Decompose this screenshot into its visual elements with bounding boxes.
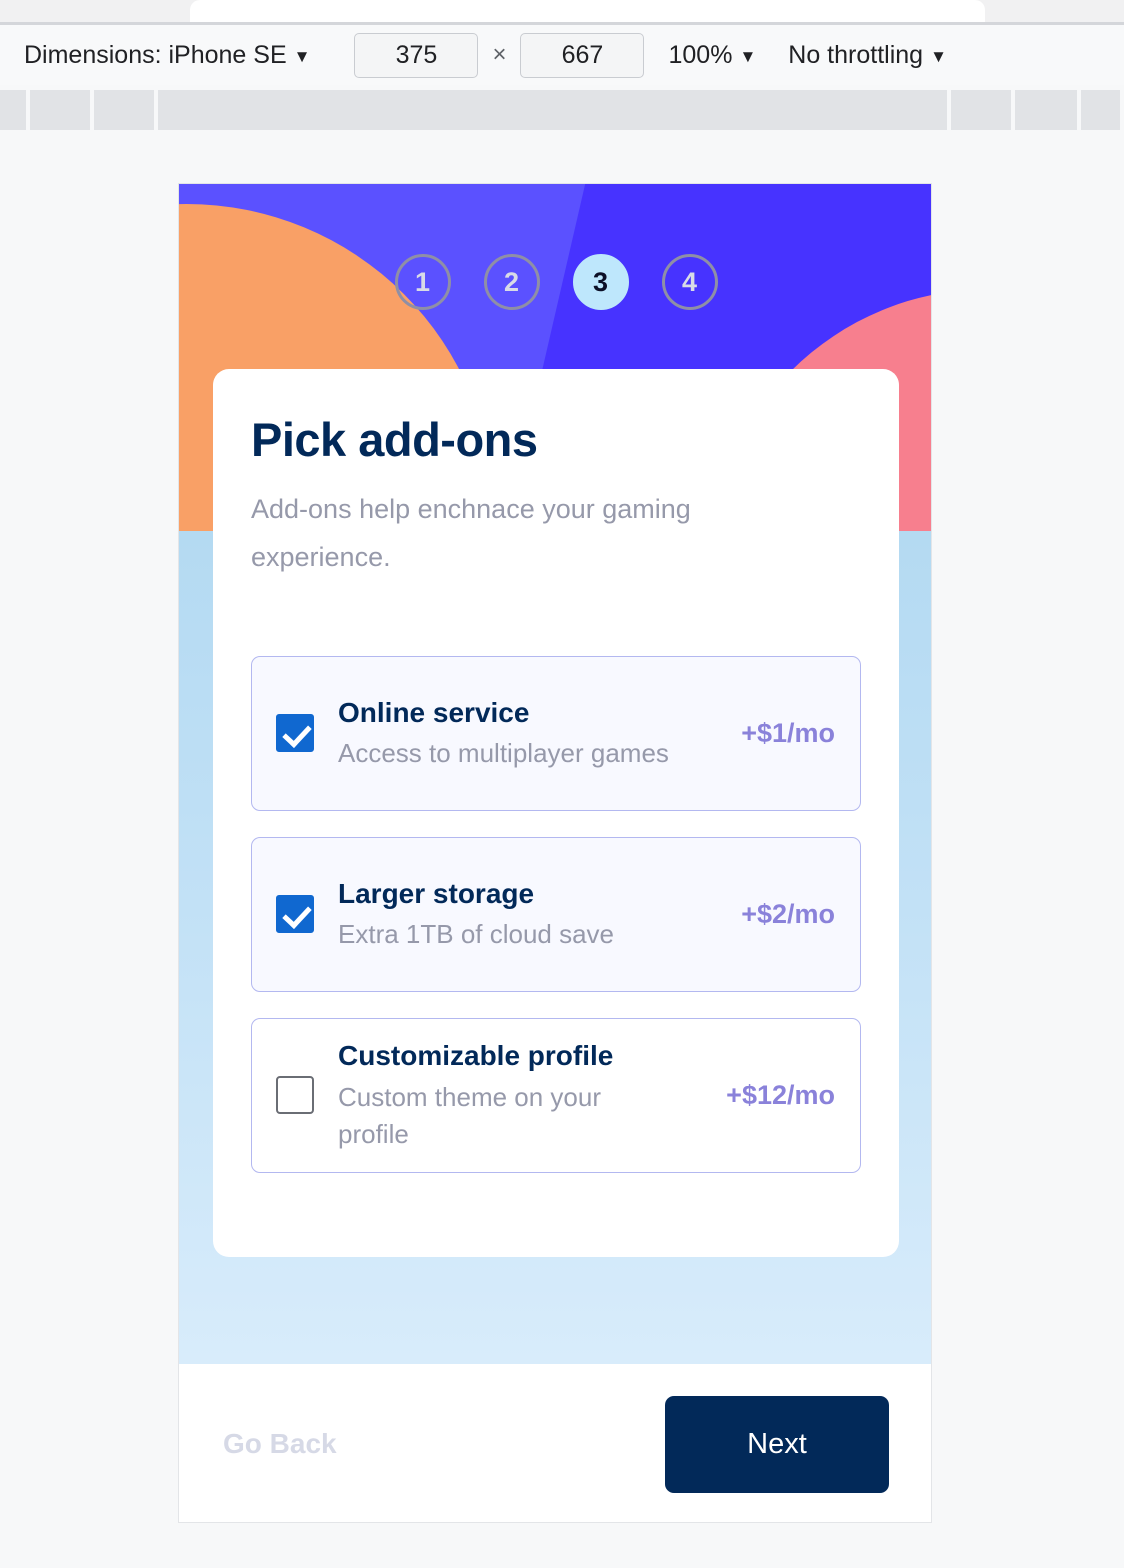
chevron-down-icon: ▼ bbox=[293, 46, 311, 66]
addon-description: Access to multiplayer games bbox=[338, 738, 669, 769]
chevron-down-icon: ▼ bbox=[739, 46, 757, 66]
addon-price: +$2/mo bbox=[741, 898, 835, 929]
toolbar-segment bbox=[158, 90, 951, 130]
page-title: Pick add-ons bbox=[251, 413, 538, 466]
addon-description: Custom theme on your profile bbox=[338, 1081, 602, 1150]
addon-price: +$1/mo bbox=[741, 717, 835, 748]
chevron-down-icon: ▼ bbox=[930, 46, 947, 66]
addon-option-customizable-profile[interactable]: Customizable profile Custom theme on you… bbox=[251, 1017, 861, 1173]
addon-name: Online service bbox=[338, 696, 530, 728]
zoom-dropdown[interactable]: 100% ▼ bbox=[668, 41, 756, 70]
device-viewport: 1 2 3 4 Pick add-ons Add-ons help enchna… bbox=[178, 183, 932, 1523]
device-width-input[interactable] bbox=[354, 32, 479, 78]
toolbar-segment bbox=[0, 90, 30, 130]
devtools-toolbar-strip bbox=[0, 90, 1124, 130]
addon-texts: Online service Access to multiplayer gam… bbox=[314, 694, 741, 773]
toolbar-segment bbox=[1015, 90, 1081, 130]
toolbar-segment bbox=[30, 90, 94, 130]
addon-list: Online service Access to multiplayer gam… bbox=[251, 655, 861, 1173]
throttling-label: No throttling bbox=[788, 40, 924, 69]
addon-option-larger-storage[interactable]: Larger storage Extra 1TB of cloud save +… bbox=[251, 836, 861, 992]
step-indicator: 1 2 3 4 bbox=[179, 254, 931, 310]
form-card: Pick add-ons Add-ons help enchnace your … bbox=[213, 369, 899, 1257]
step-indicator-3[interactable]: 3 bbox=[572, 254, 629, 310]
addon-price: +$12/mo bbox=[726, 1079, 835, 1110]
zoom-label: 100% bbox=[668, 40, 733, 69]
device-preset-dropdown[interactable]: Dimensions: iPhone SE ▼ bbox=[24, 41, 310, 70]
throttling-dropdown[interactable]: No throttling ▼ bbox=[788, 41, 947, 70]
addon-name: Customizable profile bbox=[338, 1039, 614, 1071]
device-preset-label: Dimensions: iPhone SE bbox=[24, 40, 287, 69]
browser-active-tab[interactable] bbox=[190, 0, 985, 22]
addon-description: Extra 1TB of cloud save bbox=[338, 919, 615, 950]
page-subtitle: Add-ons help enchnace your gaming experi… bbox=[251, 494, 691, 572]
addon-texts: Larger storage Extra 1TB of cloud save bbox=[314, 875, 741, 954]
addon-option-online-service[interactable]: Online service Access to multiplayer gam… bbox=[251, 655, 861, 811]
next-button[interactable]: Next bbox=[665, 1395, 889, 1493]
dimension-separator-icon: × bbox=[492, 41, 507, 68]
toolbar-segment bbox=[951, 90, 1015, 130]
addon-name: Larger storage bbox=[338, 877, 535, 909]
go-back-button[interactable]: Go Back bbox=[223, 1428, 337, 1460]
form-footer: Go Back Next bbox=[179, 1364, 931, 1522]
toolbar-segment bbox=[94, 90, 158, 130]
addon-texts: Customizable profile Custom theme on you… bbox=[314, 1037, 726, 1154]
step-indicator-4[interactable]: 4 bbox=[661, 254, 718, 310]
toolbar-segment bbox=[1081, 90, 1124, 130]
checkbox-larger-storage[interactable] bbox=[276, 895, 314, 934]
devtools-device-toolbar: Dimensions: iPhone SE ▼ × 100% ▼ No thro… bbox=[0, 25, 1124, 85]
checkbox-customizable-profile[interactable] bbox=[276, 1076, 314, 1115]
browser-tab-strip bbox=[0, 0, 1124, 22]
device-height-input[interactable] bbox=[520, 32, 645, 78]
step-indicator-2[interactable]: 2 bbox=[483, 254, 540, 310]
step-indicator-1[interactable]: 1 bbox=[394, 254, 451, 310]
checkbox-online-service[interactable] bbox=[276, 714, 314, 753]
